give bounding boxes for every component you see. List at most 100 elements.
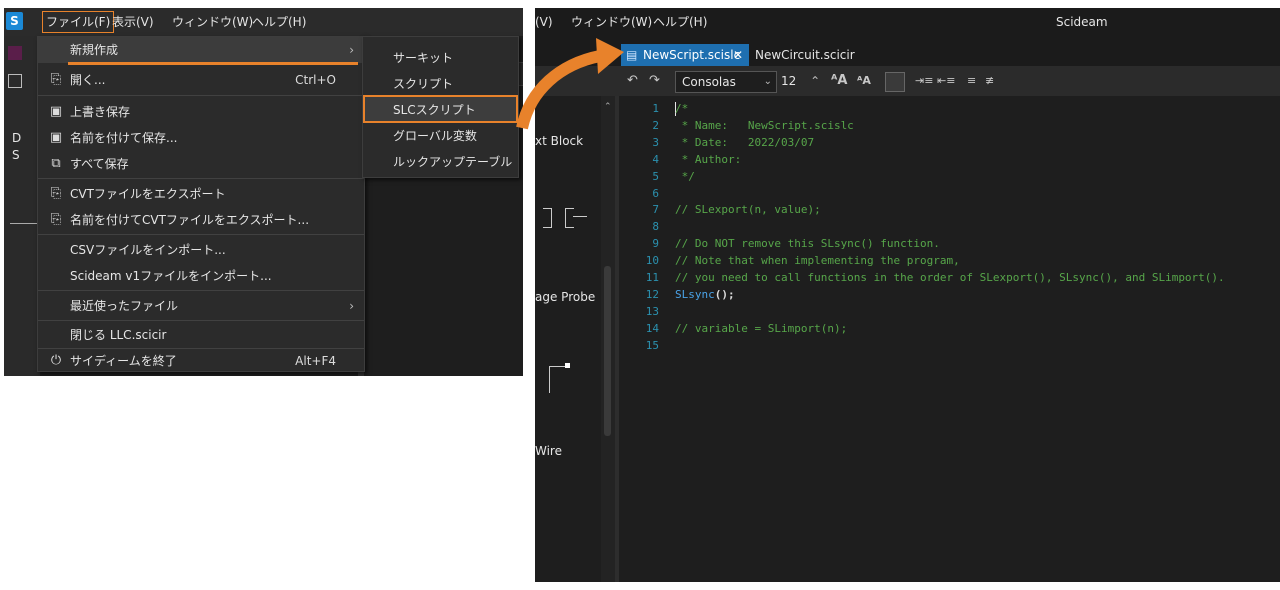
separator xyxy=(38,290,364,291)
tab-bar: ▤ NewScript.scislc ✕ NewCircuit.scicir xyxy=(535,38,1280,66)
menu-item-import-csv[interactable]: CSVファイルをインポート... xyxy=(38,237,364,263)
uncomment-icon[interactable]: ≢ xyxy=(985,66,994,96)
palette-scrollbar[interactable]: ⌃ xyxy=(601,96,615,582)
code-line: // Note that when implementing the progr… xyxy=(675,254,960,268)
code-line: // you need to call functions in the ord… xyxy=(675,271,1225,284)
shortcut-exit: Alt+F4 xyxy=(295,354,336,368)
divider xyxy=(10,223,38,224)
menu-item-save-all[interactable]: ⧉ すべて保存 xyxy=(38,151,364,177)
tab-newscript[interactable]: ▤ NewScript.scislc ✕ xyxy=(621,44,749,66)
menu-item-import-v1[interactable]: Scideam v1ファイルをインポート... xyxy=(38,263,364,289)
code-line: /* xyxy=(675,102,689,115)
word-wrap-toggle-icon[interactable] xyxy=(885,72,905,92)
line-number: 13 xyxy=(645,304,659,318)
menu-item-close[interactable]: 閉じる LLC.scicir xyxy=(38,322,364,348)
menu-help[interactable]: ヘルプ(H) xyxy=(653,8,707,36)
menu-help[interactable]: ヘルプ(H) xyxy=(252,8,306,36)
menu-item-export-cvt-as[interactable]: ⎘ 名前を付けてCVTファイルをエクスポート... xyxy=(38,207,364,233)
line-number: 6 xyxy=(652,186,659,200)
component-palette: xt Block age Probe Wire xyxy=(535,96,601,582)
code-line: // variable = SLimport(n); xyxy=(675,321,848,335)
menu-item-export-cvt-as-label: 名前を付けてCVTファイルをエクスポート... xyxy=(70,213,310,227)
line-number: 14 xyxy=(645,321,659,335)
menu-item-exit[interactable]: ⏻ サイディームを終了 Alt+F4 xyxy=(38,348,364,374)
menu-bar: (V) ウィンドウ(W) ヘルプ(H) Scideam xyxy=(535,8,1280,38)
menu-item-save-as[interactable]: ▣ 名前を付けて保存... xyxy=(38,125,364,151)
line-number: 5 xyxy=(652,169,659,183)
code-line: SLsync(); xyxy=(675,287,735,301)
save-all-icon: ⧉ xyxy=(51,156,61,171)
bg-label-d: D xyxy=(12,131,22,145)
file-menu: 新規作成 › ⎘ 開く... Ctrl+O ▣ 上書き保存 ▣ 名前を付けて保存… xyxy=(37,36,365,372)
menu-window[interactable]: ウィンドウ(W) xyxy=(172,8,253,36)
menu-file[interactable]: ファイル(F) xyxy=(42,11,115,33)
tab-newcircuit[interactable]: NewCircuit.scicir xyxy=(755,44,855,66)
menu-item-close-label: 閉じる LLC.scicir xyxy=(70,328,167,342)
menu-view[interactable]: 表示(V) xyxy=(112,8,154,36)
scideam-logo: S xyxy=(6,12,23,30)
line-number: 7 xyxy=(652,203,659,217)
palette-probe[interactable]: age Probe xyxy=(535,290,595,304)
menu-item-save-all-label: すべて保存 xyxy=(70,157,129,171)
save-icon: ▣ xyxy=(49,104,63,119)
separator xyxy=(38,95,364,96)
right-screenshot: (V) ウィンドウ(W) ヘルプ(H) Scideam ▤ NewScript.… xyxy=(535,8,1280,582)
spin-icon[interactable]: ⌃ xyxy=(810,74,820,88)
submenu-item-lookup-table[interactable]: ルックアップテーブル xyxy=(363,149,518,175)
background-panel: D S xyxy=(4,36,40,376)
line-number: 12 xyxy=(645,287,659,301)
app-title: Scideam xyxy=(1056,15,1108,29)
menu-item-export-cvt-label: CVTファイルをエクスポート xyxy=(70,187,226,201)
submenu-item-circuit-label: サーキット xyxy=(393,51,454,65)
menu-item-new-label: 新規作成 xyxy=(70,43,119,57)
menu-item-recent-label: 最近使ったファイル xyxy=(70,299,179,313)
outdent-icon[interactable]: ⇤≡ xyxy=(937,66,955,96)
submenu-item-global-var[interactable]: グローバル変数 xyxy=(363,123,518,149)
export-icon: ⎘ xyxy=(50,186,62,201)
menu-item-export-cvt[interactable]: ⎘ CVTファイルをエクスポート xyxy=(38,181,364,207)
font-family-select[interactable]: Consolas ⌄ xyxy=(675,71,777,93)
arrow-icon xyxy=(516,38,624,130)
font-increase-icon[interactable]: ᴬA xyxy=(831,66,847,96)
palette-wire[interactable]: Wire xyxy=(535,444,562,458)
menu-item-exit-label: サイディームを終了 xyxy=(70,354,177,368)
font-size-stepper[interactable]: 12 ⌃ xyxy=(781,71,825,91)
code-editor[interactable]: 1/* 2 * Name: NewScript.scislc 3 * Date: 2… xyxy=(619,96,1280,582)
submenu-item-circuit[interactable]: サーキット xyxy=(363,45,518,71)
font-decrease-icon[interactable]: ᴬA xyxy=(857,66,871,96)
scrollbar-thumb[interactable] xyxy=(604,266,611,436)
new-submenu: サーキット スクリプト SLCスクリプト グローバル変数 ルックアップテーブル xyxy=(362,36,519,178)
menu-item-save-as-label: 名前を付けて保存... xyxy=(70,131,178,145)
submenu-item-slc-script[interactable]: SLCスクリプト xyxy=(363,95,518,123)
code-line: * Name: NewScript.scislc xyxy=(675,118,854,132)
close-icon[interactable]: ✕ xyxy=(733,44,743,66)
menu-item-save[interactable]: ▣ 上書き保存 xyxy=(38,99,364,125)
redo-icon[interactable]: ↷ xyxy=(649,66,660,96)
export-as-icon: ⎘ xyxy=(50,212,62,227)
chevron-right-icon: › xyxy=(349,43,354,57)
code-line: // Do NOT remove this SLsync() function. xyxy=(675,237,940,251)
menu-item-open-label: 開く... xyxy=(70,73,106,87)
chevron-down-icon: ⌄ xyxy=(763,76,772,87)
power-icon: ⏻ xyxy=(50,353,62,368)
code-line: * Date: 2022/03/07 xyxy=(675,135,815,149)
shortcut-open: Ctrl+O xyxy=(295,73,336,87)
expand-icon[interactable] xyxy=(8,74,22,88)
wire-symbol-icon xyxy=(549,366,568,393)
chevron-right-icon: › xyxy=(349,299,354,313)
code-line: * Author: xyxy=(675,152,742,166)
line-number: 11 xyxy=(645,271,659,284)
menu-item-recent[interactable]: 最近使ったファイル › xyxy=(38,293,364,319)
menu-item-open[interactable]: ⎘ 開く... Ctrl+O xyxy=(38,67,364,93)
comment-icon[interactable]: ≡ xyxy=(967,66,976,96)
speaker-icon xyxy=(8,46,22,60)
menu-item-import-csv-label: CSVファイルをインポート... xyxy=(70,243,226,257)
submenu-item-script[interactable]: スクリプト xyxy=(363,71,518,97)
indent-icon[interactable]: ⇥≡ xyxy=(915,66,933,96)
highlight-underline xyxy=(68,62,358,65)
submenu-item-script-label: スクリプト xyxy=(393,77,454,91)
submenu-item-global-var-label: グローバル変数 xyxy=(393,129,477,143)
menu-item-new[interactable]: 新規作成 › xyxy=(38,37,364,63)
open-file-icon: ⎘ xyxy=(50,72,62,87)
code-line: */ xyxy=(675,169,695,183)
